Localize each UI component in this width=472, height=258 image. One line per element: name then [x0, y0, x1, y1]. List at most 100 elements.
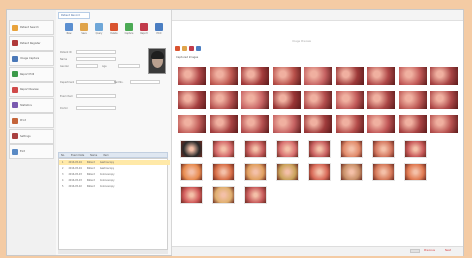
- captured-image-thumbnail[interactable]: [340, 140, 363, 158]
- captured-image-thumbnail[interactable]: [404, 163, 427, 181]
- endoscopy-image-thumbnail[interactable]: [303, 66, 333, 86]
- toolbar-button-4[interactable]: Capture: [122, 23, 136, 39]
- previous-link[interactable]: Previous: [424, 249, 435, 252]
- captured-image-thumbnail[interactable]: [180, 163, 203, 181]
- tab-patient-record[interactable]: Patient Record: [58, 12, 90, 19]
- column-header[interactable]: Item: [103, 154, 108, 157]
- captured-image-thumbnail[interactable]: [276, 140, 299, 158]
- captured-image-thumbnail[interactable]: [372, 163, 395, 181]
- endoscopy-image-thumbnail[interactable]: [366, 90, 396, 110]
- captured-image-thumbnail[interactable]: [308, 163, 331, 181]
- endoscopy-image-thumbnail[interactable]: [271, 90, 302, 110]
- table-cell: Patient: [86, 185, 95, 188]
- captured-image-thumbnail[interactable]: [372, 140, 395, 158]
- table-row[interactable]: 1 2016-05-04 Patient Gastroscopy: [59, 160, 170, 165]
- sidebar-item-2[interactable]: Image Capture: [9, 51, 54, 66]
- camera-icon: [12, 55, 18, 62]
- sidebar-item-4[interactable]: Report Review: [9, 82, 54, 97]
- image-tool-icon[interactable]: [196, 46, 201, 51]
- next-link[interactable]: Next: [445, 249, 451, 252]
- column-header[interactable]: No.: [61, 154, 65, 157]
- endoscopy-image-thumbnail[interactable]: [271, 66, 302, 86]
- endoscopy-image-thumbnail[interactable]: [397, 90, 428, 110]
- captured-image-thumbnail[interactable]: [308, 140, 331, 158]
- toolbar-button-1[interactable]: Save: [77, 23, 91, 39]
- toolbar-button-5[interactable]: Report: [137, 23, 151, 39]
- endoscopy-image-thumbnail[interactable]: [397, 114, 428, 134]
- patient-photo: [148, 48, 166, 74]
- captured-image-thumbnail[interactable]: [244, 186, 267, 204]
- endoscopy-image-thumbnail[interactable]: [177, 114, 207, 134]
- sidebar-item-label: Report Edit: [20, 72, 35, 76]
- endoscopy-image-thumbnail[interactable]: [240, 114, 270, 134]
- form-field-input[interactable]: [76, 106, 116, 110]
- sidebar-item-5[interactable]: Statistics: [9, 97, 54, 113]
- sidebar-item-1[interactable]: Patient Register: [9, 35, 54, 51]
- toolbar-button-6[interactable]: Print: [152, 23, 166, 39]
- table-cell: 2016-05-04: [68, 167, 82, 170]
- endoscopy-image-thumbnail[interactable]: [303, 114, 333, 134]
- column-header[interactable]: Exam Date: [71, 154, 84, 157]
- toolbar-button-0[interactable]: New: [62, 23, 76, 39]
- captured-image-thumbnail[interactable]: [212, 186, 235, 204]
- image-tool-icon[interactable]: [189, 46, 194, 51]
- endoscopy-image-thumbnail[interactable]: [303, 90, 333, 110]
- endoscopy-image-thumbnail[interactable]: [429, 114, 459, 134]
- endoscopy-image-thumbnail[interactable]: [334, 90, 365, 110]
- image-tool-icon[interactable]: [182, 46, 187, 51]
- captured-image-thumbnail[interactable]: [212, 140, 235, 158]
- form-field-input[interactable]: [76, 80, 116, 84]
- table-row[interactable]: 5 2016-05-02 Patient Colonoscopy: [59, 184, 170, 189]
- endoscopy-image-thumbnail[interactable]: [334, 66, 365, 86]
- form-field-input[interactable]: [118, 64, 140, 68]
- sidebar-item-6[interactable]: Print: [9, 113, 54, 128]
- table-cell: Colonoscopy: [99, 173, 115, 176]
- table-cell: Patient: [86, 173, 95, 176]
- table-cell: Gastroscopy: [99, 161, 115, 164]
- table-cell: 2016-05-02: [68, 185, 82, 188]
- captured-image-thumbnail[interactable]: [276, 163, 299, 181]
- toolbar-button-2[interactable]: Query: [92, 23, 106, 39]
- endoscopy-image-thumbnail[interactable]: [397, 66, 428, 86]
- captured-image-thumbnail[interactable]: [244, 163, 267, 181]
- endoscopy-image-thumbnail[interactable]: [366, 66, 396, 86]
- endoscopy-image-thumbnail[interactable]: [429, 66, 459, 86]
- form-field-input[interactable]: [76, 57, 116, 61]
- endoscopy-image-thumbnail[interactable]: [177, 66, 207, 86]
- form-field-input[interactable]: [76, 50, 116, 54]
- endoscopy-image-thumbnail[interactable]: [366, 114, 396, 134]
- endoscopy-image-thumbnail[interactable]: [271, 114, 302, 134]
- endoscopy-image-thumbnail[interactable]: [208, 90, 239, 110]
- table-row[interactable]: 2 2016-05-04 Patient Gastroscopy: [59, 166, 170, 171]
- captured-image-thumbnail[interactable]: [404, 140, 427, 158]
- toolbar-button-3[interactable]: Delete: [107, 23, 121, 39]
- captured-image-thumbnail[interactable]: [212, 163, 235, 181]
- captured-image-thumbnail[interactable]: [180, 140, 203, 158]
- sidebar-item-3[interactable]: Report Edit: [9, 66, 54, 82]
- column-header[interactable]: Name: [90, 154, 97, 157]
- endoscopy-image-thumbnail[interactable]: [240, 66, 270, 86]
- sidebar-item-8[interactable]: Exit: [9, 144, 54, 159]
- captured-image-thumbnail[interactable]: [340, 163, 363, 181]
- page-prev-button[interactable]: [410, 249, 420, 253]
- image-mini-toolbar: [175, 46, 201, 51]
- table-row[interactable]: 4 2016-05-03 Patient Colonoscopy: [59, 178, 170, 183]
- captured-image-thumbnail[interactable]: [244, 140, 267, 158]
- form-field-input[interactable]: [76, 64, 98, 68]
- image-tool-icon[interactable]: [175, 46, 180, 51]
- table-row[interactable]: 3 2016-05-03 Patient Colonoscopy: [59, 172, 170, 177]
- sidebar-item-label: Report Review: [20, 88, 39, 91]
- endoscopy-image-thumbnail[interactable]: [177, 90, 207, 110]
- sidebar-item-7[interactable]: Settings: [9, 128, 54, 144]
- captured-image-thumbnail[interactable]: [180, 186, 203, 204]
- sidebar-item-0[interactable]: Patient Search: [9, 20, 54, 35]
- sidebar-item-label: Patient Search: [20, 26, 39, 29]
- endoscopy-image-thumbnail[interactable]: [334, 114, 365, 134]
- endoscopy-image-thumbnail[interactable]: [240, 90, 270, 110]
- form-field-input[interactable]: [76, 94, 116, 98]
- form-field-input[interactable]: [130, 80, 160, 84]
- endoscopy-image-thumbnail[interactable]: [429, 90, 459, 110]
- endoscopy-image-thumbnail[interactable]: [208, 66, 239, 86]
- endoscopy-image-thumbnail[interactable]: [208, 114, 239, 134]
- patient-panel: Patient Record New Save Query Delete Capture…: [56, 10, 172, 255]
